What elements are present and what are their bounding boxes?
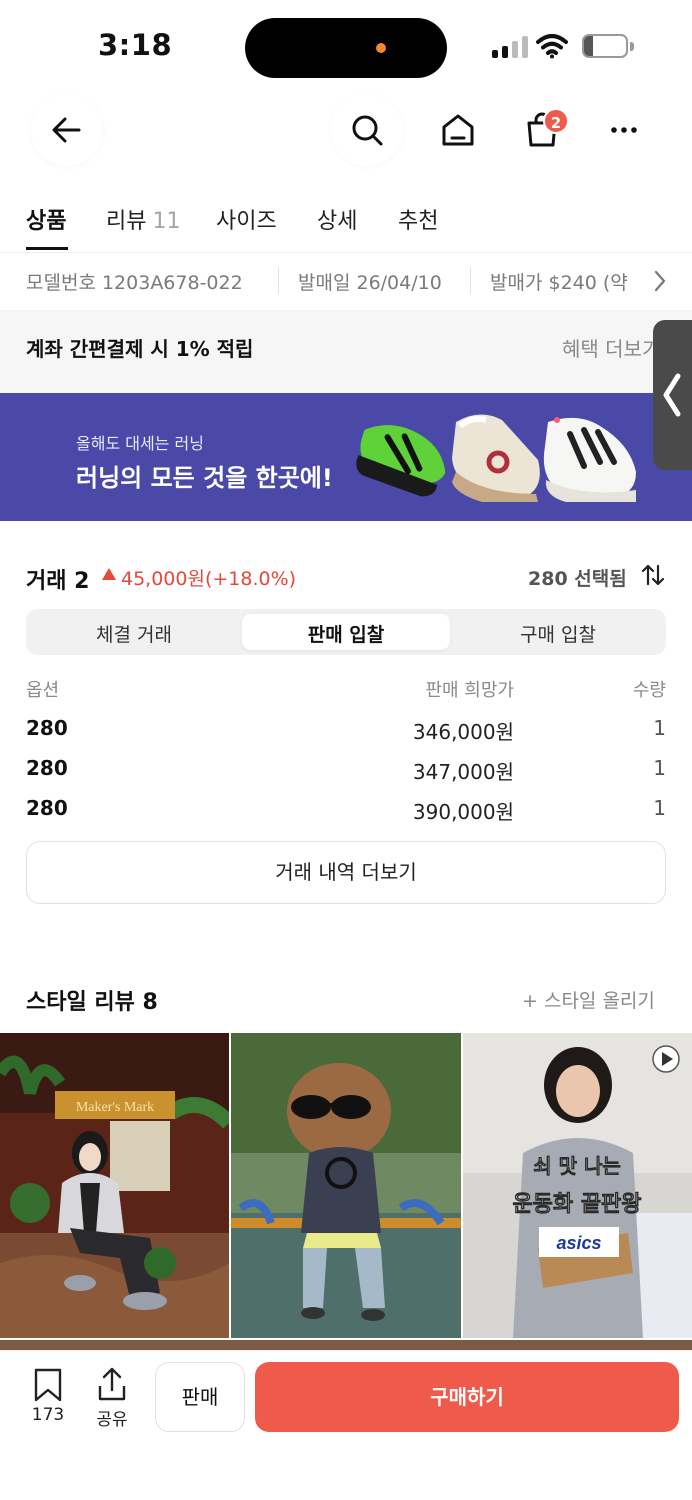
- share-icon[interactable]: [96, 1366, 128, 1402]
- sell-button[interactable]: 판매: [155, 1362, 245, 1432]
- chevron-right-icon[interactable]: [650, 268, 670, 294]
- video-caption-line1: 쇠 맛 나는: [533, 1154, 621, 1178]
- row-price: 390,000원: [412, 800, 514, 824]
- style-photo[interactable]: Maker's Mark: [0, 1033, 229, 1338]
- battery-cap: [630, 42, 634, 51]
- banner-title: 러닝의 모든 것을 한곳에!: [76, 464, 333, 492]
- bookmark-icon[interactable]: [32, 1368, 64, 1402]
- arrow-left-icon: [52, 117, 81, 143]
- transaction-history-button[interactable]: 거래 내역 더보기: [26, 841, 666, 904]
- style-photo-row-peek: [0, 1340, 692, 1350]
- price-up-icon: [102, 568, 116, 580]
- video-caption-line2: 운동화 끝판왕: [512, 1192, 641, 1217]
- transactions-title: 거래 2: [26, 569, 90, 594]
- row-qty: 1: [653, 716, 666, 740]
- asics-logo: asics: [556, 1233, 601, 1253]
- price-change: 45,000원(+18.0%): [121, 568, 297, 590]
- chevron-left-icon: [663, 373, 681, 417]
- segment-buy-bids[interactable]: 구매 입찰: [450, 620, 666, 647]
- benefit-more-link[interactable]: 혜택 더보기: [562, 333, 660, 362]
- tab-recommend[interactable]: 추천: [398, 203, 438, 235]
- divider: [470, 268, 471, 294]
- tab-size[interactable]: 사이즈: [216, 203, 277, 235]
- style-video[interactable]: 쇠 맛 나는 운동화 끝판왕 asics: [463, 1033, 692, 1338]
- model-number: 모델번호 1203A678-022: [26, 272, 243, 294]
- divider: [278, 268, 279, 294]
- tab-detail[interactable]: 상세: [317, 203, 357, 235]
- sort-arrows-icon[interactable]: [640, 562, 666, 588]
- benefit-text: 계좌 간편결제 시 1% 적립: [26, 337, 254, 361]
- upload-style-link[interactable]: + 스타일 올리기: [522, 986, 655, 1013]
- row-qty: 1: [653, 796, 666, 820]
- column-header-qty: 수량: [632, 680, 666, 701]
- privacy-indicator-dot: [376, 43, 386, 53]
- column-header-option: 옵션: [26, 680, 60, 701]
- tab-review[interactable]: 리뷰 11: [106, 203, 180, 235]
- release-price: 발매가 $240 (약: [490, 272, 628, 294]
- running-shoes-image: [356, 414, 636, 502]
- active-tab-indicator: [26, 247, 68, 250]
- search-button[interactable]: [331, 94, 403, 166]
- row-price: 346,000원: [412, 720, 514, 744]
- more-icon[interactable]: [604, 110, 644, 150]
- segment-sell-bids[interactable]: 판매 입찰: [242, 620, 450, 647]
- tab-review-count: 11: [152, 209, 181, 234]
- release-date: 발매일 26/04/10: [298, 272, 442, 294]
- dynamic-island: [245, 18, 447, 78]
- section-gap: [0, 381, 692, 393]
- size-selector[interactable]: 280 선택됨: [528, 564, 627, 591]
- share-label: 공유: [96, 1410, 128, 1430]
- style-review-title: 스타일 리뷰 8: [26, 990, 158, 1015]
- row-price: 347,000원: [412, 760, 514, 784]
- row-option: 280: [26, 796, 68, 820]
- row-option: 280: [26, 756, 68, 780]
- buy-button[interactable]: 구매하기: [255, 1362, 679, 1432]
- wifi-icon: [536, 34, 568, 59]
- row-qty: 1: [653, 756, 666, 780]
- row-option: 280: [26, 716, 68, 740]
- cart-count-badge: 2: [543, 108, 569, 134]
- back-button[interactable]: [31, 94, 103, 166]
- status-time: 3:18: [98, 28, 173, 62]
- style-photo[interactable]: [231, 1033, 461, 1338]
- cellular-signal-icon: [492, 36, 528, 58]
- segment-executed-trades[interactable]: 체결 거래: [26, 620, 242, 647]
- battery-icon: 22: [582, 34, 628, 58]
- tab-review-label: 리뷰: [106, 209, 147, 234]
- bookmark-count: 173: [31, 1405, 65, 1425]
- battery-percent: 22: [593, 37, 617, 56]
- tab-product[interactable]: 상품: [26, 203, 66, 235]
- banner-subtitle: 올해도 대세는 러닝: [76, 434, 204, 453]
- tab-divider: [0, 252, 692, 253]
- search-icon: [352, 115, 383, 146]
- home-icon[interactable]: [438, 110, 478, 150]
- column-header-price: 판매 희망가: [425, 680, 514, 701]
- maker-sign: Maker's Mark: [76, 1100, 154, 1115]
